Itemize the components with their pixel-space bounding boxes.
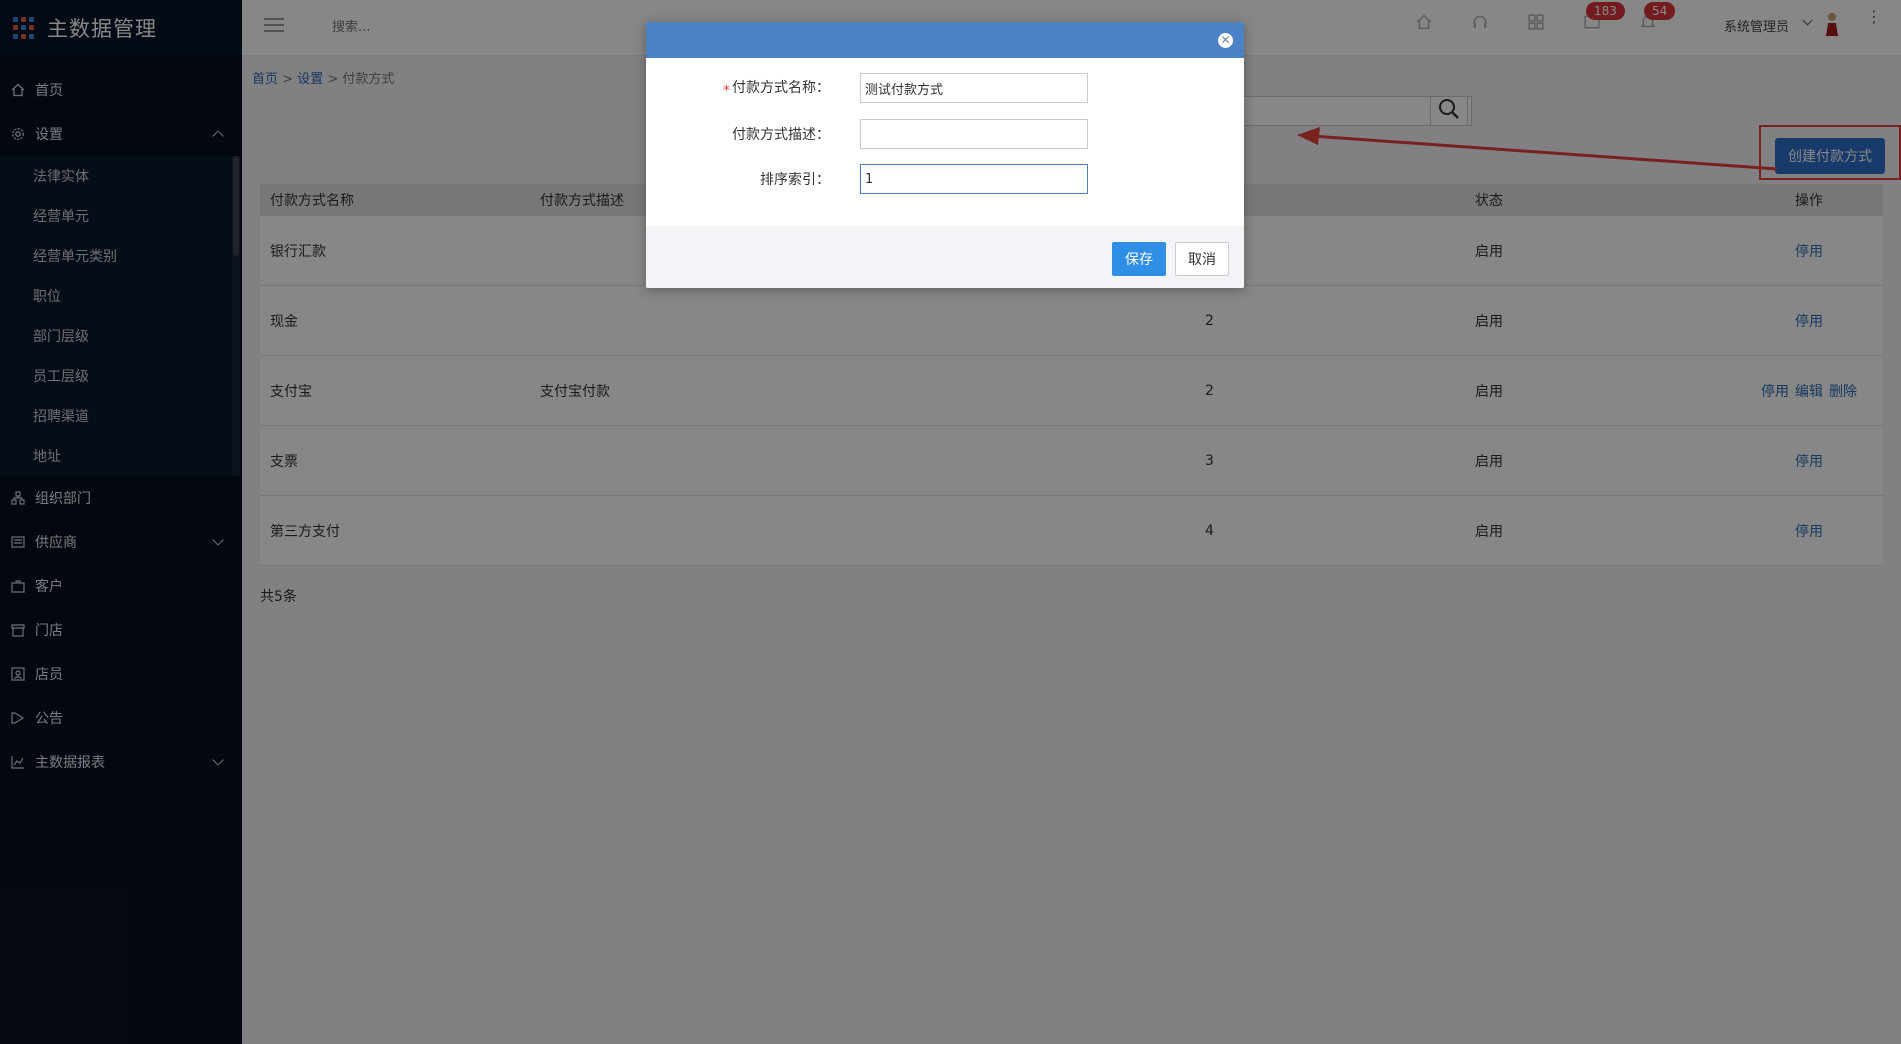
create-payment-method-dialog: ✕ *付款方式名称： 付款方式描述： 排序索引： 保存 取消	[646, 22, 1244, 288]
dialog-footer: 保存 取消	[646, 226, 1244, 288]
form-row-index: 排序索引：	[646, 163, 1244, 195]
required-mark: *	[723, 83, 730, 99]
desc-label: 付款方式描述：	[732, 127, 830, 143]
close-icon[interactable]: ✕	[1217, 32, 1234, 49]
cancel-button[interactable]: 取消	[1175, 242, 1229, 276]
name-label: * 付款方式名称：	[723, 80, 830, 99]
payment-desc-input[interactable]	[860, 119, 1088, 149]
save-button[interactable]: 保存	[1112, 242, 1166, 276]
payment-name-input[interactable]	[860, 73, 1088, 103]
form-row-name: * 付款方式名称：	[646, 72, 1244, 104]
dialog-header: ✕	[646, 22, 1244, 58]
dialog-body: *付款方式名称： 付款方式描述： 排序索引：	[646, 58, 1244, 226]
form-row-desc: 付款方式描述：	[646, 118, 1244, 150]
sort-index-input[interactable]	[860, 164, 1088, 194]
index-label: 排序索引：	[760, 172, 830, 188]
